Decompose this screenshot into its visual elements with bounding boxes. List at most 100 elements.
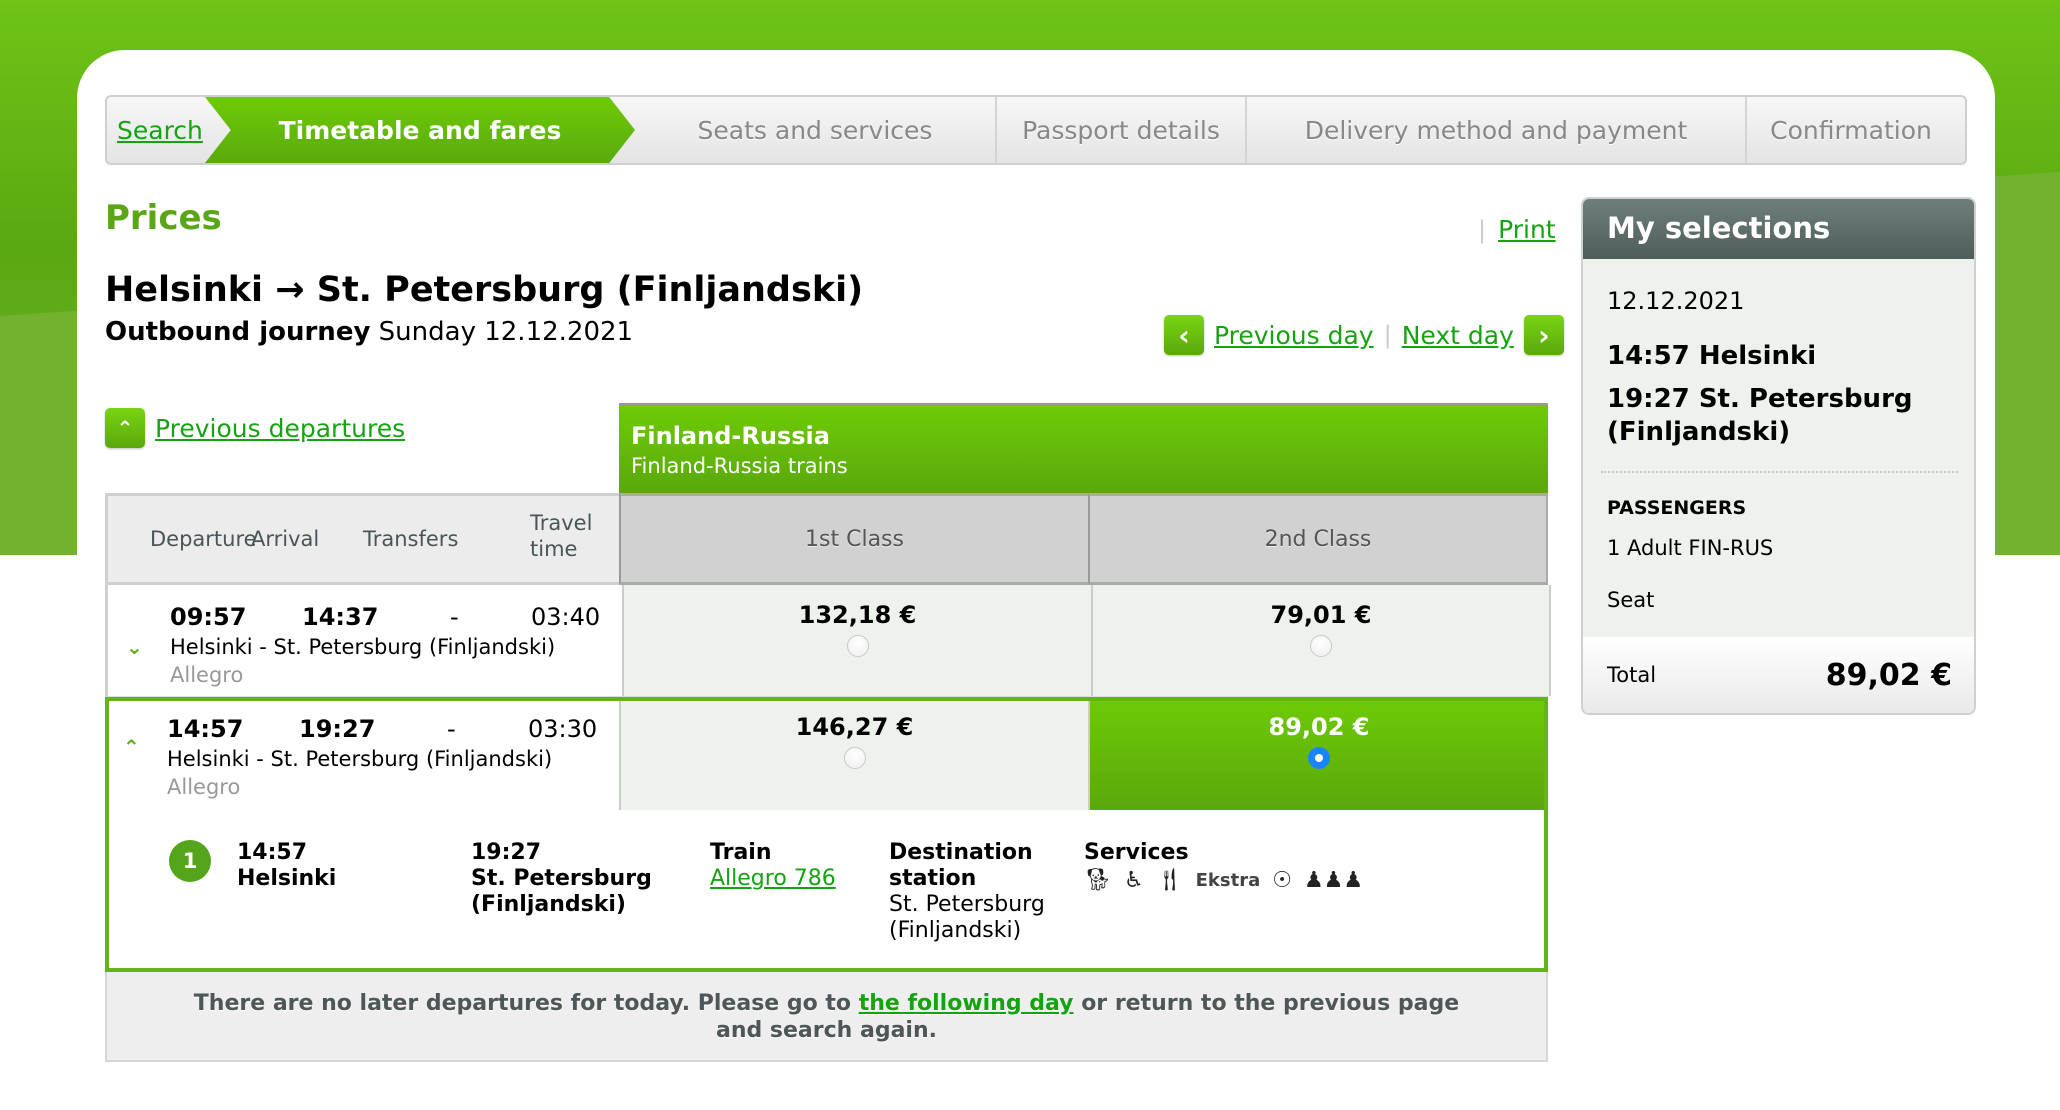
transfers: -: [447, 715, 456, 743]
col-second-class: 2nd Class: [1088, 493, 1548, 585]
step-search-link[interactable]: Search: [117, 116, 203, 145]
transfers: -: [450, 603, 459, 631]
route: Helsinki - St. Petersburg (Finljandski): [170, 635, 556, 659]
fare-radio[interactable]: [846, 635, 869, 657]
fare-first-class[interactable]: 146,27 €: [619, 697, 1088, 810]
restaurant-icon: 🍴︎: [1155, 868, 1184, 893]
divider: |: [1383, 321, 1392, 349]
arrival-time: 19:27: [299, 715, 376, 743]
col-first-class: 1st Class: [619, 493, 1088, 585]
fare-group-header: Finland-Russia Finland-Russia trains: [619, 403, 1548, 493]
family-compartment-icon: ♟♟♟: [1303, 868, 1364, 893]
detail-arr-time: 19:27: [471, 840, 542, 865]
col-departure: Departure: [150, 527, 257, 551]
my-selections-panel: My selections 12.12.2021 14:57 Helsinki …: [1581, 197, 1976, 715]
services-label: Services: [1084, 840, 1189, 865]
day-navigation: ‹ Previous day | Next day ›: [1164, 315, 1564, 355]
section-title: Prices: [105, 198, 222, 238]
fare-radio[interactable]: [1310, 635, 1332, 657]
detail-train-label: Train: [710, 840, 772, 865]
detail-arr-station-2: (Finljandski): [471, 892, 626, 917]
passenger-info: 1 Adult FIN-RUS: [1607, 536, 1774, 560]
previous-day-link[interactable]: Previous day: [1214, 321, 1374, 350]
selection-date: 12.12.2021: [1607, 287, 1745, 315]
train-link[interactable]: Allegro 786: [710, 866, 836, 891]
detail-departure: 14:57 Helsinki: [237, 840, 336, 892]
previous-departures-link[interactable]: Previous departures: [155, 414, 405, 443]
journey-info: Outbound journey Sunday 12.12.2021: [105, 317, 633, 347]
step-delivery-and-payment: Delivery method and payment: [1245, 97, 1745, 163]
following-day-link[interactable]: the following day: [859, 991, 1074, 1016]
pet-icon: 🐕︎: [1084, 868, 1112, 893]
dest-value-2: (Finljandski): [889, 918, 1022, 943]
step-timetable-and-fares: Timetable and fares: [205, 97, 635, 163]
divider: [1601, 471, 1958, 473]
col-arrival: Arrival: [251, 527, 320, 551]
col-travel-label: Travel: [530, 511, 593, 535]
no-later-departures-notice: There are no later departures for today.…: [105, 972, 1548, 1062]
seat-info: Seat: [1607, 588, 1655, 612]
fare-group-title: Finland-Russia: [631, 422, 830, 450]
step-search[interactable]: Search: [107, 97, 215, 163]
journey-date: Sunday 12.12.2021: [378, 317, 634, 347]
previous-departures-button[interactable]: ⌃: [105, 408, 145, 448]
fare-price: 79,01 €: [1270, 601, 1372, 629]
table-header: Departure Arrival Transfers Travel time: [105, 493, 619, 585]
print-link[interactable]: Print: [1498, 215, 1556, 244]
next-day-link[interactable]: Next day: [1402, 321, 1514, 350]
train-type: Allegro: [167, 775, 241, 799]
detail-dep-time: 14:57: [237, 840, 308, 865]
detail-services: Services 🐕︎ ♿ 🍴︎ Ekstra ☉ ♟♟♟: [1084, 840, 1363, 894]
previous-day-button[interactable]: ‹: [1164, 315, 1204, 355]
departure-info[interactable]: ⌄ 09:57 14:37 - 03:40 Helsinki - St. Pet…: [108, 585, 622, 696]
col-transfers: Transfers: [363, 527, 459, 551]
wheelchair-icon: ♿: [1123, 868, 1144, 893]
dest-label: Destination: [889, 840, 1033, 865]
fare-radio-selected[interactable]: [1308, 747, 1330, 769]
my-selections-title: My selections: [1583, 199, 1974, 259]
step-confirmation: Confirmation: [1745, 97, 1955, 163]
fare-second-class[interactable]: 79,01 €: [1091, 585, 1551, 696]
total-value: 89,02 €: [1825, 657, 1952, 693]
chevron-down-icon[interactable]: ⌄: [126, 637, 146, 657]
print-area: | Print: [1478, 215, 1556, 244]
next-day-button[interactable]: ›: [1523, 315, 1564, 355]
booking-progress: Search Timetable and fares Seats and ser…: [105, 95, 1967, 165]
fare-second-class-selected[interactable]: 89,02 €: [1088, 697, 1548, 810]
fare-price: 132,18 €: [798, 601, 917, 629]
divider: |: [1478, 215, 1487, 244]
detail-destination: Destination station St. Petersburg (Finl…: [889, 840, 1045, 944]
travel-time: 03:30: [528, 715, 598, 743]
route-title: Helsinki → St. Petersburg (Finljandski): [105, 270, 864, 310]
child-icon: ☉: [1272, 868, 1292, 893]
dest-label-2: station: [889, 866, 977, 891]
travel-time: 03:40: [531, 603, 601, 631]
train-type: Allegro: [170, 663, 244, 687]
leg-number: 1: [169, 840, 211, 882]
departure-time: 14:57: [167, 715, 244, 743]
fare-first-class[interactable]: 132,18 €: [622, 585, 1091, 696]
chevron-up-icon[interactable]: ⌃: [123, 737, 143, 757]
detail-dep-station: Helsinki: [237, 866, 337, 891]
previous-departures: ⌃ Previous departures: [105, 408, 405, 448]
departure-time: 09:57: [170, 603, 247, 631]
fare-radio[interactable]: [843, 747, 866, 769]
selection-departure: 14:57 Helsinki: [1607, 341, 1817, 371]
departure-info[interactable]: ⌃ 14:57 19:27 - 03:30 Helsinki - St. Pet…: [105, 697, 619, 810]
services-icons: 🐕︎ ♿ 🍴︎ Ekstra ☉ ♟♟♟: [1084, 868, 1363, 894]
detail-arr-station: St. Petersburg: [471, 866, 652, 891]
total-label: Total: [1607, 663, 1657, 687]
total-row: Total 89,02 €: [1583, 637, 1974, 713]
selection-arrival: 19:27 St. Petersburg (Finljandski): [1607, 384, 1913, 447]
ekstra-icon: Ekstra: [1195, 870, 1261, 891]
detail-arrival: 19:27 St. Petersburg (Finljandski): [471, 840, 652, 918]
table-row: ⌄ 09:57 14:37 - 03:40 Helsinki - St. Pet…: [105, 585, 1551, 697]
col-time-label: time: [530, 537, 578, 561]
passengers-label: PASSENGERS: [1607, 497, 1747, 519]
journey-detail: 1 14:57 Helsinki 19:27 St. Petersburg (F…: [109, 810, 1544, 968]
arrival-time: 14:37: [302, 603, 379, 631]
chevron-right-icon: ›: [1538, 318, 1550, 352]
fare-price: 89,02 €: [1268, 713, 1370, 741]
step-seats-and-services: Seats and services: [697, 115, 933, 145]
notice-text-1: There are no later departures for today.…: [193, 991, 859, 1016]
